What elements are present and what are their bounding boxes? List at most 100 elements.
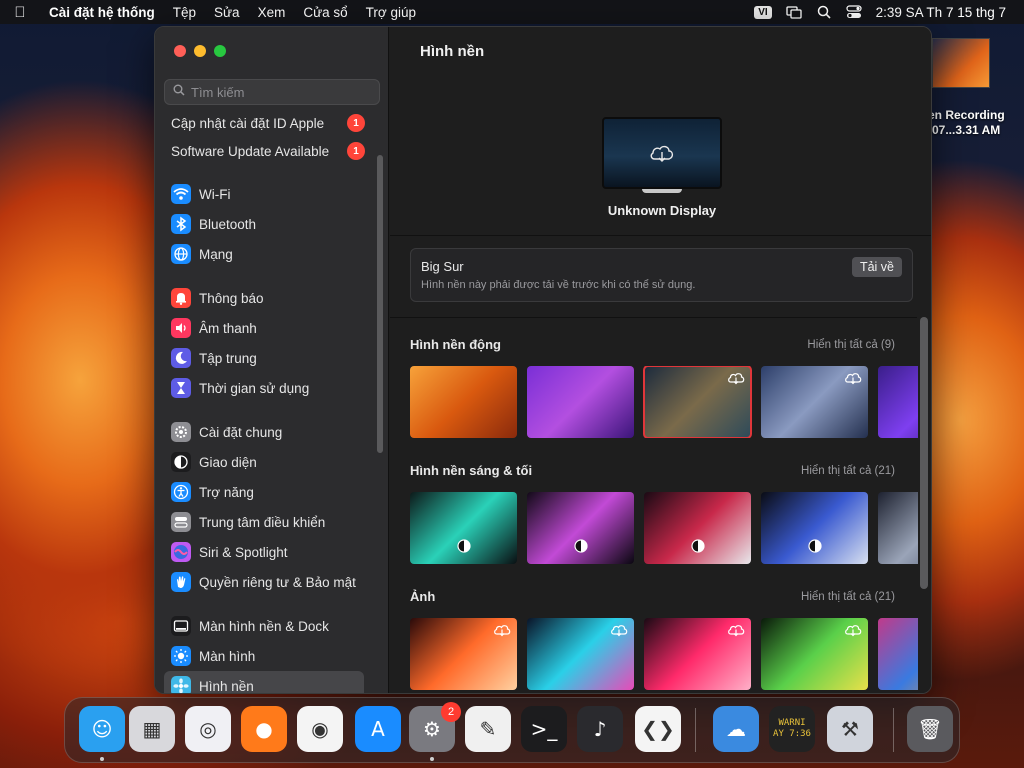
- show-all-link[interactable]: Hiển thị tất cả (21): [801, 465, 895, 477]
- wallpaper-thumbnail[interactable]: [527, 492, 634, 564]
- dock-icon-glyph: ☺: [91, 717, 113, 741]
- menu-app-name[interactable]: Cài đặt hệ thống: [40, 5, 164, 20]
- app-store-icon[interactable]: A: [355, 706, 401, 752]
- wallpaper-thumbnail[interactable]: [761, 618, 868, 690]
- console-text: WARNI: [778, 718, 806, 728]
- zoom-button[interactable]: [214, 45, 226, 57]
- show-all-link[interactable]: Hiển thị tất cả (9): [807, 339, 895, 351]
- content-scrollbar[interactable]: [920, 317, 928, 589]
- sidebar-item-sun[interactable]: Màn hình: [155, 641, 364, 671]
- finder-icon[interactable]: ☺: [79, 706, 125, 752]
- sidebar-item-bluetooth[interactable]: Bluetooth: [155, 209, 364, 239]
- desktop-recording-file[interactable]: en Recording -07...3.31 AM: [928, 38, 1024, 138]
- speaker-icon: [171, 318, 191, 338]
- sidebar-item-label: Software Update Available: [171, 143, 330, 159]
- sidebar-item-label: Cài đặt chung: [199, 424, 283, 440]
- firefox-icon[interactable]: ●: [241, 706, 287, 752]
- sidebar-item-bell[interactable]: Thông báo: [155, 283, 364, 313]
- show-all-link[interactable]: Hiển thị tất cả (21): [801, 591, 895, 603]
- sidebar-item-appearance[interactable]: Giao diện: [155, 447, 364, 477]
- wallpaper-thumbnail[interactable]: [878, 618, 918, 690]
- sidebar-item-wifi[interactable]: Wi-Fi: [155, 179, 364, 209]
- apple-menu-icon[interactable]: : [0, 4, 40, 21]
- wallpaper-thumbnail[interactable]: [878, 492, 918, 564]
- textedit-icon[interactable]: ✎: [465, 706, 511, 752]
- sidebar-item-label: Siri & Spotlight: [199, 544, 288, 560]
- automator-icon[interactable]: ⚒: [827, 706, 873, 752]
- menu-help[interactable]: Trợ giúp: [357, 5, 425, 20]
- close-button[interactable]: [174, 45, 186, 57]
- globe-icon: [171, 244, 191, 264]
- wallpaper-thumbnail[interactable]: [644, 618, 751, 690]
- sidebar-item-gear[interactable]: Cài đặt chung: [155, 417, 364, 447]
- search-input[interactable]: [191, 84, 371, 100]
- sun-icon: [171, 646, 191, 666]
- sidebar-list: Cập nhật cài đặt ID Apple 1 Software Upda…: [155, 109, 377, 693]
- wallpaper-thumbnail-row: [410, 618, 918, 690]
- recording-thumbnail: [932, 38, 990, 88]
- dock-icon-glyph: ☁: [726, 717, 746, 741]
- menu-file[interactable]: Tệp: [164, 5, 205, 20]
- spotlight-search-icon[interactable]: [816, 5, 832, 19]
- menu-window[interactable]: Cửa sổ: [294, 5, 356, 20]
- screen-mirroring-icon[interactable]: [785, 5, 802, 19]
- sidebar-item-dock[interactable]: Màn hình nền & Dock: [155, 611, 364, 641]
- safari-icon[interactable]: ◎: [185, 706, 231, 752]
- vscode-icon[interactable]: ❮❯: [635, 706, 681, 752]
- search-field[interactable]: [164, 79, 380, 105]
- dock-icon-glyph: ●: [255, 717, 273, 741]
- sidebar-item-speaker[interactable]: Âm thanh: [155, 313, 364, 343]
- dock-icon-glyph: ⚙: [423, 717, 441, 741]
- wallpaper-thumbnail[interactable]: [410, 366, 517, 438]
- download-cloud-icon: [493, 623, 511, 642]
- wallpaper-thumbnail[interactable]: [878, 366, 918, 438]
- update-count-badge: 1: [347, 114, 365, 132]
- sidebar-scrollbar[interactable]: [377, 155, 383, 453]
- launchpad-icon[interactable]: ▦: [129, 706, 175, 752]
- wallpaper-thumbnail[interactable]: [410, 618, 517, 690]
- wallpaper-thumbnail[interactable]: [527, 366, 634, 438]
- trash-icon[interactable]: 🗑: [907, 706, 953, 752]
- menu-edit[interactable]: Sửa: [205, 5, 249, 20]
- garageband-icon[interactable]: ♪: [577, 706, 623, 752]
- wallpaper-thumbnail[interactable]: [410, 492, 517, 564]
- sidebar-item-moon[interactable]: Tập trung: [155, 343, 364, 373]
- weather-icon[interactable]: ☁: [713, 706, 759, 752]
- console-icon[interactable]: WARNI AY 7:36: [769, 706, 815, 752]
- chrome-icon[interactable]: ◉: [297, 706, 343, 752]
- sidebar-item-accessibility[interactable]: Trợ năng: [155, 477, 364, 507]
- dock-notification-badge: 2: [441, 702, 461, 722]
- dock-icon-glyph: ◉: [311, 717, 329, 741]
- menu-view[interactable]: Xem: [249, 5, 295, 20]
- dock: ☺ ▦ ◎ ● ◉ A ⚙ 2 ✎ >_ ♪ ❮❯ ☁ WARNI AY 7:36 ⚒ 🗑: [64, 697, 960, 763]
- wallpaper-thumbnail[interactable]: [644, 492, 751, 564]
- sidebar-item-siri[interactable]: Siri & Spotlight: [155, 537, 364, 567]
- section-title: Ảnh: [410, 589, 436, 604]
- divider: [390, 235, 931, 236]
- sidebar-item-globe[interactable]: Mạng: [155, 239, 364, 269]
- wallpaper-thumbnail-row: [410, 492, 918, 564]
- wallpaper-thumbnail-row: [410, 366, 918, 438]
- sidebar-update-item[interactable]: Software Update Available 1: [155, 137, 377, 165]
- wallpaper-thumbnail[interactable]: [643, 366, 752, 438]
- download-button[interactable]: Tải về: [851, 257, 902, 277]
- sidebar-item-control-center[interactable]: Trung tâm điều khiển: [155, 507, 364, 537]
- dock-icon-glyph: ⚒: [841, 717, 859, 741]
- sidebar-item-hourglass[interactable]: Thời gian sử dụng: [155, 373, 364, 403]
- wallpaper-thumbnail[interactable]: [761, 492, 868, 564]
- wallpaper-thumbnail[interactable]: [527, 618, 634, 690]
- terminal-icon[interactable]: >_: [521, 706, 567, 752]
- wallpaper-thumbnail[interactable]: [761, 366, 868, 438]
- sidebar-item-wallpaper[interactable]: Hình nền: [164, 671, 364, 693]
- input-source-badge[interactable]: VI: [754, 5, 772, 19]
- menu-bar:  Cài đặt hệ thống Tệp Sửa Xem Cửa sổ Tr…: [0, 0, 1024, 24]
- system-settings-icon[interactable]: ⚙ 2: [409, 702, 461, 752]
- recording-label-line2: -07...3.31 AM: [928, 123, 1001, 137]
- bell-icon: [171, 288, 191, 308]
- minimize-button[interactable]: [194, 45, 206, 57]
- sidebar-update-item[interactable]: Cập nhật cài đặt ID Apple 1: [155, 109, 377, 137]
- control-center-toggle-icon[interactable]: [846, 5, 862, 19]
- appearance-icon: [171, 452, 191, 472]
- menu-clock[interactable]: 2:39 SA Th 7 15 thg 7: [876, 5, 1006, 20]
- sidebar-item-hand[interactable]: Quyền riêng tư & Bảo mật: [155, 567, 364, 597]
